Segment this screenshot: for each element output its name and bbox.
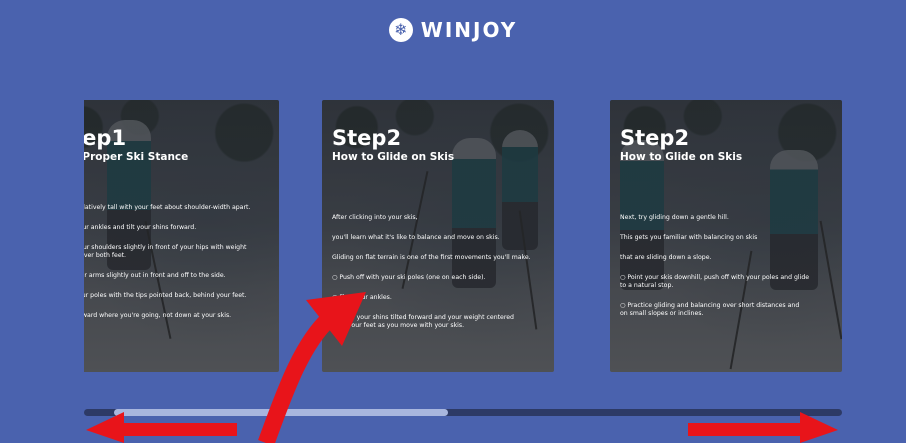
arrow-right-icon xyxy=(688,412,838,443)
annotation-overlay xyxy=(86,292,838,443)
curved-arrow-icon xyxy=(258,292,366,443)
arrow-left-icon xyxy=(86,412,237,443)
